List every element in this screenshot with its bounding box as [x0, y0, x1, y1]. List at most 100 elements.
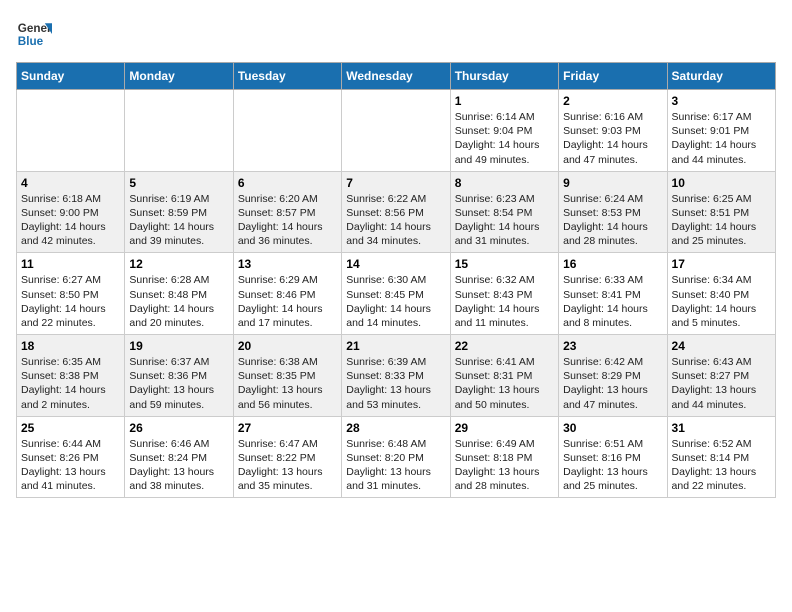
calendar-week-row: 25 Sunrise: 6:44 AM Sunset: 8:26 PM Dayli…	[17, 416, 776, 498]
day-number: 10	[672, 176, 771, 190]
day-info: Sunrise: 6:16 AM Sunset: 9:03 PM Dayligh…	[563, 110, 662, 167]
day-info: Sunrise: 6:23 AM Sunset: 8:54 PM Dayligh…	[455, 192, 554, 249]
calendar-cell: 3 Sunrise: 6:17 AM Sunset: 9:01 PM Daylig…	[667, 90, 775, 172]
day-number: 23	[563, 339, 662, 353]
calendar-cell	[17, 90, 125, 172]
day-info: Sunrise: 6:43 AM Sunset: 8:27 PM Dayligh…	[672, 355, 771, 412]
day-number: 11	[21, 257, 120, 271]
calendar-cell	[342, 90, 450, 172]
calendar-cell	[125, 90, 233, 172]
logo-icon: General Blue	[16, 16, 52, 52]
day-number: 9	[563, 176, 662, 190]
day-info: Sunrise: 6:29 AM Sunset: 8:46 PM Dayligh…	[238, 273, 337, 330]
day-info: Sunrise: 6:52 AM Sunset: 8:14 PM Dayligh…	[672, 437, 771, 494]
day-info: Sunrise: 6:28 AM Sunset: 8:48 PM Dayligh…	[129, 273, 228, 330]
day-info: Sunrise: 6:42 AM Sunset: 8:29 PM Dayligh…	[563, 355, 662, 412]
day-number: 16	[563, 257, 662, 271]
calendar-cell: 16 Sunrise: 6:33 AM Sunset: 8:41 PM Dayli…	[559, 253, 667, 335]
calendar-week-row: 11 Sunrise: 6:27 AM Sunset: 8:50 PM Dayli…	[17, 253, 776, 335]
svg-text:Blue: Blue	[18, 35, 44, 48]
logo: General Blue	[16, 16, 52, 52]
day-info: Sunrise: 6:24 AM Sunset: 8:53 PM Dayligh…	[563, 192, 662, 249]
day-number: 17	[672, 257, 771, 271]
day-number: 6	[238, 176, 337, 190]
day-info: Sunrise: 6:46 AM Sunset: 8:24 PM Dayligh…	[129, 437, 228, 494]
calendar-cell: 30 Sunrise: 6:51 AM Sunset: 8:16 PM Dayli…	[559, 416, 667, 498]
day-info: Sunrise: 6:22 AM Sunset: 8:56 PM Dayligh…	[346, 192, 445, 249]
day-info: Sunrise: 6:34 AM Sunset: 8:40 PM Dayligh…	[672, 273, 771, 330]
calendar-cell: 5 Sunrise: 6:19 AM Sunset: 8:59 PM Daylig…	[125, 171, 233, 253]
day-info: Sunrise: 6:20 AM Sunset: 8:57 PM Dayligh…	[238, 192, 337, 249]
day-number: 4	[21, 176, 120, 190]
day-number: 14	[346, 257, 445, 271]
day-info: Sunrise: 6:35 AM Sunset: 8:38 PM Dayligh…	[21, 355, 120, 412]
weekday-header-thursday: Thursday	[450, 63, 558, 90]
calendar-cell: 13Sunrise: 6:29 AM Sunset: 8:46 PM Dayli…	[233, 253, 341, 335]
calendar-cell: 26 Sunrise: 6:46 AM Sunset: 8:24 PM Dayli…	[125, 416, 233, 498]
day-info: Sunrise: 6:51 AM Sunset: 8:16 PM Dayligh…	[563, 437, 662, 494]
weekday-header-sunday: Sunday	[17, 63, 125, 90]
weekday-header-friday: Friday	[559, 63, 667, 90]
calendar-cell: 19Sunrise: 6:37 AM Sunset: 8:36 PM Dayli…	[125, 335, 233, 417]
calendar-cell: 2 Sunrise: 6:16 AM Sunset: 9:03 PM Daylig…	[559, 90, 667, 172]
day-number: 20	[238, 339, 337, 353]
day-number: 24	[672, 339, 771, 353]
calendar-cell: 18 Sunrise: 6:35 AM Sunset: 8:38 PM Dayli…	[17, 335, 125, 417]
day-info: Sunrise: 6:14 AM Sunset: 9:04 PM Dayligh…	[455, 110, 554, 167]
day-number: 15	[455, 257, 554, 271]
day-number: 8	[455, 176, 554, 190]
day-info: Sunrise: 6:25 AM Sunset: 8:51 PM Dayligh…	[672, 192, 771, 249]
weekday-header-row: SundayMondayTuesdayWednesdayThursdayFrid…	[17, 63, 776, 90]
day-info: Sunrise: 6:37 AM Sunset: 8:36 PM Dayligh…	[129, 355, 228, 412]
day-number: 18	[21, 339, 120, 353]
calendar-cell: 31 Sunrise: 6:52 AM Sunset: 8:14 PM Dayli…	[667, 416, 775, 498]
day-info: Sunrise: 6:32 AM Sunset: 8:43 PM Dayligh…	[455, 273, 554, 330]
day-info: Sunrise: 6:18 AM Sunset: 9:00 PM Dayligh…	[21, 192, 120, 249]
day-info: Sunrise: 6:17 AM Sunset: 9:01 PM Dayligh…	[672, 110, 771, 167]
calendar-cell: 12 Sunrise: 6:28 AM Sunset: 8:48 PM Dayli…	[125, 253, 233, 335]
calendar-week-row: 1Sunrise: 6:14 AM Sunset: 9:04 PM Daylig…	[17, 90, 776, 172]
weekday-header-saturday: Saturday	[667, 63, 775, 90]
calendar-cell: 27Sunrise: 6:47 AM Sunset: 8:22 PM Dayli…	[233, 416, 341, 498]
day-number: 12	[129, 257, 228, 271]
day-number: 25	[21, 421, 120, 435]
day-number: 5	[129, 176, 228, 190]
day-info: Sunrise: 6:48 AM Sunset: 8:20 PM Dayligh…	[346, 437, 445, 494]
calendar-cell: 8 Sunrise: 6:23 AM Sunset: 8:54 PM Daylig…	[450, 171, 558, 253]
day-info: Sunrise: 6:38 AM Sunset: 8:35 PM Dayligh…	[238, 355, 337, 412]
calendar-cell: 4 Sunrise: 6:18 AM Sunset: 9:00 PM Daylig…	[17, 171, 125, 253]
calendar-cell: 11 Sunrise: 6:27 AM Sunset: 8:50 PM Dayli…	[17, 253, 125, 335]
calendar-cell: 15 Sunrise: 6:32 AM Sunset: 8:43 PM Dayli…	[450, 253, 558, 335]
day-info: Sunrise: 6:49 AM Sunset: 8:18 PM Dayligh…	[455, 437, 554, 494]
day-number: 2	[563, 94, 662, 108]
day-info: Sunrise: 6:47 AM Sunset: 8:22 PM Dayligh…	[238, 437, 337, 494]
calendar-cell: 9 Sunrise: 6:24 AM Sunset: 8:53 PM Daylig…	[559, 171, 667, 253]
calendar-cell	[233, 90, 341, 172]
calendar-table: SundayMondayTuesdayWednesdayThursdayFrid…	[16, 62, 776, 498]
day-number: 22	[455, 339, 554, 353]
day-number: 29	[455, 421, 554, 435]
weekday-header-tuesday: Tuesday	[233, 63, 341, 90]
calendar-cell: 14Sunrise: 6:30 AM Sunset: 8:45 PM Dayli…	[342, 253, 450, 335]
day-info: Sunrise: 6:33 AM Sunset: 8:41 PM Dayligh…	[563, 273, 662, 330]
calendar-cell: 6 Sunrise: 6:20 AM Sunset: 8:57 PM Daylig…	[233, 171, 341, 253]
calendar-cell: 17 Sunrise: 6:34 AM Sunset: 8:40 PM Dayli…	[667, 253, 775, 335]
day-number: 7	[346, 176, 445, 190]
day-info: Sunrise: 6:19 AM Sunset: 8:59 PM Dayligh…	[129, 192, 228, 249]
day-info: Sunrise: 6:39 AM Sunset: 8:33 PM Dayligh…	[346, 355, 445, 412]
page-header: General Blue	[16, 16, 776, 52]
day-number: 26	[129, 421, 228, 435]
calendar-cell: 21Sunrise: 6:39 AM Sunset: 8:33 PM Dayli…	[342, 335, 450, 417]
day-number: 31	[672, 421, 771, 435]
day-number: 30	[563, 421, 662, 435]
calendar-cell: 29 Sunrise: 6:49 AM Sunset: 8:18 PM Dayli…	[450, 416, 558, 498]
calendar-week-row: 18 Sunrise: 6:35 AM Sunset: 8:38 PM Dayli…	[17, 335, 776, 417]
calendar-cell: 24 Sunrise: 6:43 AM Sunset: 8:27 PM Dayli…	[667, 335, 775, 417]
day-number: 28	[346, 421, 445, 435]
weekday-header-wednesday: Wednesday	[342, 63, 450, 90]
day-info: Sunrise: 6:44 AM Sunset: 8:26 PM Dayligh…	[21, 437, 120, 494]
day-info: Sunrise: 6:41 AM Sunset: 8:31 PM Dayligh…	[455, 355, 554, 412]
day-number: 3	[672, 94, 771, 108]
calendar-cell: 20 Sunrise: 6:38 AM Sunset: 8:35 PM Dayli…	[233, 335, 341, 417]
day-info: Sunrise: 6:27 AM Sunset: 8:50 PM Dayligh…	[21, 273, 120, 330]
